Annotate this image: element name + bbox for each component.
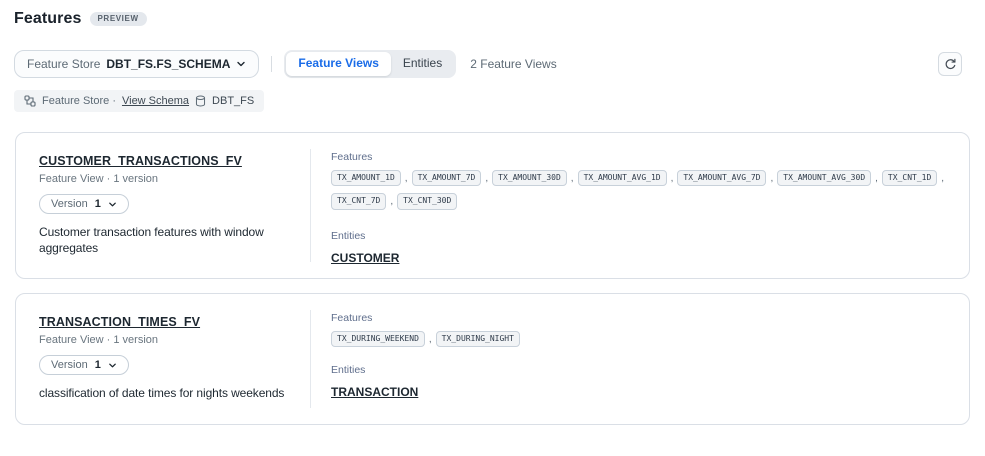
entity-link[interactable]: TRANSACTION (331, 385, 418, 399)
features-chip-list: TX_AMOUNT_1D,TX_AMOUNT_7D,TX_AMOUNT_30D,… (331, 170, 945, 210)
breadcrumb-prefix: Feature Store · (42, 95, 116, 107)
feature-view-description: classification of date times for nights … (39, 386, 307, 402)
breadcrumb: Feature Store · View Schema DBT_FS (14, 90, 264, 112)
features-chip-list: TX_DURING_WEEKEND, TX_DURING_NIGHT (331, 331, 945, 347)
chip-separator: , (770, 173, 773, 184)
feature-chip: TX_DURING_NIGHT (436, 331, 520, 347)
toolbar-divider (271, 56, 272, 72)
chevron-down-icon (236, 59, 246, 69)
entities-section: Entities CUSTOMER (331, 230, 945, 267)
chip-separator: , (671, 173, 674, 184)
feature-view-description: Customer transaction features with windo… (39, 225, 307, 256)
features-page: Features PREVIEW Feature Store DBT_FS.FS… (0, 0, 985, 456)
feature-store-icon (24, 95, 36, 107)
version-label: Version (51, 198, 88, 210)
chip-separator: , (405, 173, 408, 184)
entities-section: Entities TRANSACTION (331, 364, 945, 401)
preview-badge: PREVIEW (90, 12, 147, 26)
tab-entities[interactable]: Entities (391, 52, 454, 76)
feature-view-card: TRANSACTION_TIMES_FV Feature View · 1 ve… (15, 293, 970, 425)
breadcrumb-database: DBT_FS (212, 95, 254, 107)
feature-chip: TX_AMOUNT_AVG_7D (677, 170, 766, 186)
feature-chip: TX_DURING_WEEKEND (331, 331, 425, 347)
feature-store-dropdown[interactable]: Feature Store DBT_FS.FS_SCHEMA (14, 50, 259, 78)
feature-view-subtitle: Feature View · 1 version (39, 334, 310, 346)
version-label: Version (51, 359, 88, 371)
feature-chip: TX_CNT_30D (397, 193, 457, 209)
card-detail-column: Features TX_DURING_WEEKEND, TX_DURING_NIG… (311, 294, 969, 424)
feature-chip: TX_CNT_1D (882, 170, 937, 186)
chip-separator: , (571, 173, 574, 184)
feature-view-title-link[interactable]: TRANSACTION_TIMES_FV (39, 315, 200, 329)
database-icon (195, 95, 206, 107)
entities-section-label: Entities (331, 364, 945, 376)
breadcrumb-view-schema-link[interactable]: View Schema (122, 95, 189, 107)
chip-separator: , (485, 173, 488, 184)
chevron-down-icon (108, 200, 117, 209)
page-title: Features (14, 10, 82, 28)
feature-chip: TX_CNT_7D (331, 193, 386, 209)
feature-chip: TX_AMOUNT_AVG_1D (578, 170, 667, 186)
card-info-column: CUSTOMER_TRANSACTIONS_FV Feature View · … (16, 133, 310, 278)
page-header: Features PREVIEW (14, 10, 147, 28)
chip-separator: , (941, 173, 944, 184)
chip-separator: , (390, 196, 393, 207)
view-tabs: Feature Views Entities (284, 50, 456, 78)
version-value: 1 (95, 198, 101, 210)
version-dropdown[interactable]: Version 1 (39, 194, 129, 214)
chip-separator: , (875, 173, 878, 184)
refresh-icon (944, 58, 957, 71)
card-detail-column: Features TX_AMOUNT_1D,TX_AMOUNT_7D,TX_AM… (311, 133, 969, 278)
chevron-down-icon (108, 361, 117, 370)
card-info-column: TRANSACTION_TIMES_FV Feature View · 1 ve… (16, 294, 310, 424)
feature-views-count: 2 Feature Views (470, 57, 557, 71)
entity-link[interactable]: CUSTOMER (331, 251, 399, 265)
entities-section-label: Entities (331, 230, 945, 242)
feature-view-title-link[interactable]: CUSTOMER_TRANSACTIONS_FV (39, 154, 242, 168)
feature-view-card: CUSTOMER_TRANSACTIONS_FV Feature View · … (15, 132, 970, 279)
toolbar: Feature Store DBT_FS.FS_SCHEMA Feature V… (14, 50, 925, 78)
features-section-label: Features (331, 151, 945, 163)
tab-feature-views[interactable]: Feature Views (286, 52, 390, 76)
version-value: 1 (95, 359, 101, 371)
chip-separator: , (429, 334, 432, 345)
features-section-label: Features (331, 312, 945, 324)
feature-chip: TX_AMOUNT_7D (412, 170, 482, 186)
version-dropdown[interactable]: Version 1 (39, 355, 129, 375)
feature-store-label: Feature Store (27, 57, 100, 71)
feature-chip: TX_AMOUNT_AVG_30D (777, 170, 871, 186)
refresh-button[interactable] (938, 52, 962, 76)
feature-chip: TX_AMOUNT_30D (492, 170, 567, 186)
feature-view-subtitle: Feature View · 1 version (39, 173, 310, 185)
feature-store-value: DBT_FS.FS_SCHEMA (106, 57, 230, 71)
feature-chip: TX_AMOUNT_1D (331, 170, 401, 186)
